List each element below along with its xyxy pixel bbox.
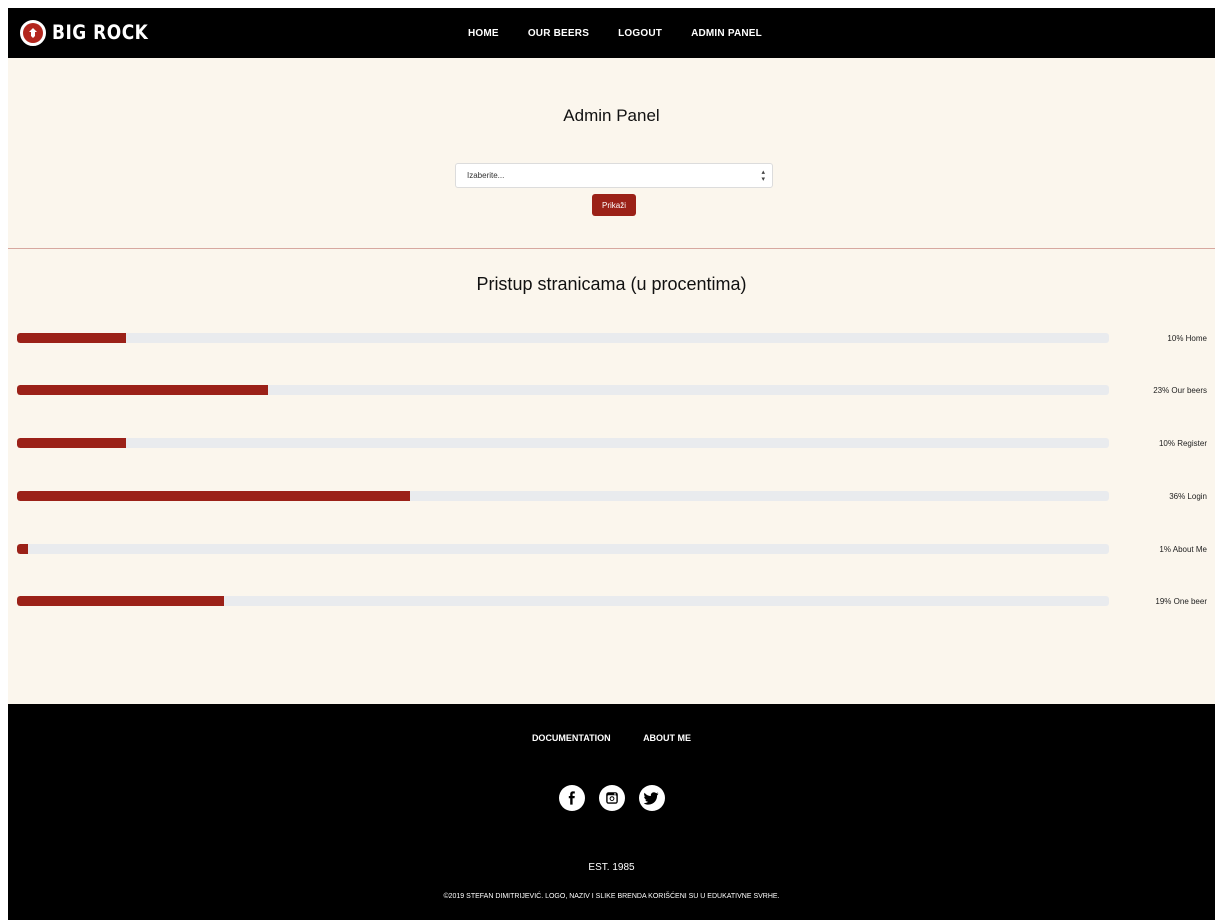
section-divider — [8, 248, 1215, 249]
progress-row: 23% Our beers — [17, 383, 1207, 397]
main-nav: HOME OUR BEERS LOGOUT ADMIN PANEL — [468, 8, 791, 58]
progress-row: 10% Register — [17, 436, 1207, 450]
progress-label: 36% Login — [1169, 492, 1207, 501]
page-title: Admin Panel — [563, 106, 660, 125]
progress-label: 10% Home — [1167, 334, 1207, 343]
footer-link-about-me[interactable]: ABOUT ME — [643, 733, 691, 743]
progress-fill — [17, 596, 225, 606]
progress-row: 36% Login — [17, 489, 1207, 503]
nav-home[interactable]: HOME — [468, 28, 499, 39]
progress-label: 1% About Me — [1159, 545, 1207, 554]
select-arrows-icon: ▴ ▾ — [761, 169, 765, 183]
hops-icon — [29, 28, 37, 38]
social-links — [8, 785, 1215, 811]
progress-row: 10% Home — [17, 331, 1207, 345]
progress-track — [17, 438, 1109, 448]
nav-logout[interactable]: LOGOUT — [618, 28, 662, 39]
nav-admin-panel[interactable]: ADMIN PANEL — [691, 28, 762, 39]
progress-label: 19% One beer — [1155, 597, 1207, 606]
progress-fill — [17, 544, 28, 554]
progress-row: 1% About Me — [17, 542, 1207, 556]
logo[interactable]: BIG ROCK — [20, 20, 148, 46]
show-button[interactable]: Prikaži — [592, 194, 636, 216]
progress-label: 10% Register — [1158, 439, 1207, 448]
footer-nav: DOCUMENTATION ABOUT ME — [8, 728, 1215, 746]
page-select[interactable]: Izaberite... ▴ ▾ — [455, 163, 773, 188]
logo-text: BIG ROCK — [52, 21, 149, 45]
stats-title: Pristup stranicama (u procentima) — [476, 274, 747, 294]
footer-link-documentation[interactable]: DOCUMENTATION — [532, 733, 611, 743]
header: BIG ROCK HOME OUR BEERS LOGOUT ADMIN PAN… — [8, 8, 1215, 58]
facebook-icon[interactable] — [558, 785, 585, 811]
progress-fill — [17, 385, 269, 395]
progress-track — [17, 491, 1109, 501]
progress-fill — [17, 491, 411, 501]
progress-track — [17, 544, 1109, 554]
established-year: EST. 1985 — [588, 862, 635, 873]
instagram-icon[interactable] — [598, 785, 625, 811]
progress-fill — [17, 333, 127, 343]
twitter-icon[interactable] — [638, 785, 665, 811]
progress-track — [17, 333, 1109, 343]
page: BIG ROCK HOME OUR BEERS LOGOUT ADMIN PAN… — [8, 8, 1215, 920]
logo-badge-icon — [20, 20, 46, 46]
copyright-text: ©2019 STEFAN DIMITRIJEVIĆ. LOGO, NAZIV I… — [443, 893, 780, 900]
progress-track — [17, 596, 1109, 606]
progress-fill — [17, 438, 127, 448]
progress-row: 19% One beer — [17, 594, 1207, 608]
footer: DOCUMENTATION ABOUT ME EST. 1985 ©2019 S… — [8, 704, 1215, 920]
page-select-value: Izaberite... — [467, 171, 505, 180]
progress-track — [17, 385, 1109, 395]
nav-our-beers[interactable]: OUR BEERS — [528, 28, 589, 39]
progress-label: 23% Our beers — [1153, 386, 1207, 395]
